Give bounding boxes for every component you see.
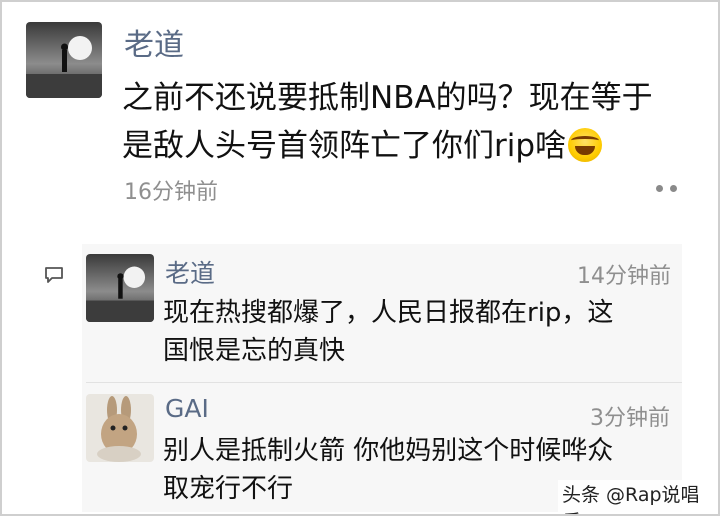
comment-author[interactable]: 老道: [124, 20, 184, 64]
comment-timestamp: 16分钟前: [124, 180, 218, 205]
reply-author[interactable]: 老道: [165, 254, 215, 290]
comment-text-line-2: 是敌人头号首领阵亡了你们rip啥: [122, 128, 567, 164]
more-options-icon[interactable]: [654, 182, 684, 196]
rabbit-avatar-image: [86, 394, 154, 462]
reply-text-line: 别人是抵制火箭 你他妈别这个时候哗众: [163, 436, 614, 466]
avatar[interactable]: [26, 22, 102, 98]
comment-text-line: 之前不还说要抵制NBA的吗？现在等于: [122, 80, 653, 116]
reply-timestamp: 14分钟前: [577, 264, 671, 289]
avatar-image: [26, 22, 102, 98]
reply-author[interactable]: GAI: [165, 394, 209, 423]
avatar[interactable]: [86, 254, 154, 322]
reply-text-line: 现在热搜都爆了，人民日报都在rip，这: [163, 298, 614, 328]
reply-comment-icon[interactable]: [44, 266, 64, 284]
laughing-tears-icon: [568, 128, 603, 162]
reply-text-line: 国恨是忘的真快: [163, 336, 346, 366]
reply-text: 现在热搜都爆了，人民日报都在rip，这 国恨是忘的真快: [163, 294, 675, 370]
comment-text: 之前不还说要抵制NBA的吗？现在等于 是敌人头号首领阵亡了你们rip啥: [122, 74, 702, 170]
watermark: 头条 @Rap说唱乐: [558, 480, 718, 514]
comment-text-line: 是敌人头号首领阵亡了你们rip啥: [122, 122, 702, 170]
reply-timestamp: 3分钟前: [590, 406, 670, 431]
divider: [86, 382, 682, 383]
avatar[interactable]: [86, 394, 154, 462]
comment-thread: 老道 之前不还说要抵制NBA的吗？现在等于 是敌人头号首领阵亡了你们rip啥 1…: [0, 0, 720, 516]
avatar-image: [86, 254, 154, 322]
